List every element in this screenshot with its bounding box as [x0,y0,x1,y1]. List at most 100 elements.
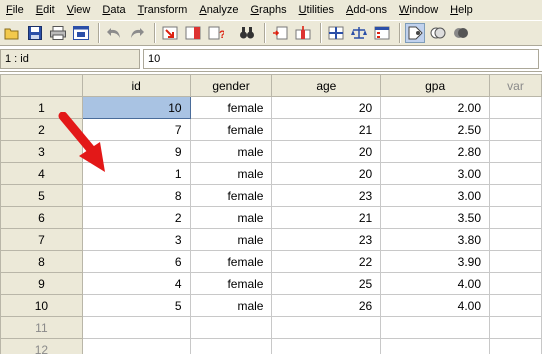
find-icon[interactable] [237,23,257,43]
column-header-var[interactable]: var [489,74,542,97]
split-file-icon[interactable] [326,23,346,43]
redo-icon[interactable] [127,23,147,43]
cell-id[interactable]: 5 [81,294,191,317]
row-number[interactable]: 3 [0,140,83,163]
row-number[interactable]: 9 [0,272,83,295]
cell-gender[interactable]: male [189,206,273,229]
cell-age[interactable]: 21 [271,206,382,229]
menu-utilities[interactable]: Utilities [293,4,340,16]
empty-cell[interactable] [271,338,382,354]
cell-gender[interactable]: male [189,228,273,251]
cell-age[interactable]: 21 [271,118,382,141]
cell-gpa[interactable]: 3.50 [380,206,491,229]
select-cases-icon[interactable] [372,23,392,43]
show-all-variables-icon[interactable] [451,23,471,43]
row-number[interactable]: 1 [0,96,83,119]
menu-edit[interactable]: Edit [30,4,61,16]
cell-gender[interactable]: male [189,140,273,163]
menu-graphs[interactable]: Graphs [244,4,292,16]
cell-id[interactable]: 8 [81,184,191,207]
cell-gpa[interactable]: 3.90 [380,250,491,273]
cell-var[interactable] [489,272,542,295]
open-icon[interactable] [2,23,22,43]
cell-id[interactable]: 6 [81,250,191,273]
column-header-age[interactable]: age [271,74,382,97]
row-number[interactable]: 6 [0,206,83,229]
goto-case-icon[interactable] [160,23,180,43]
cell-age[interactable]: 23 [271,184,382,207]
insert-variable-icon[interactable] [293,23,313,43]
cell-id[interactable]: 7 [81,118,191,141]
cell-var[interactable] [489,162,542,185]
empty-cell[interactable] [380,338,491,354]
insert-cases-icon[interactable] [270,23,290,43]
cell-gpa[interactable]: 3.00 [380,162,491,185]
save-icon[interactable] [25,23,45,43]
row-number[interactable]: 8 [0,250,83,273]
dialog-recall-icon[interactable] [71,23,91,43]
cell-var[interactable] [489,294,542,317]
cell-var[interactable] [489,206,542,229]
row-number[interactable]: 12 [0,338,83,354]
cell-gpa[interactable]: 2.80 [380,140,491,163]
empty-cell[interactable] [380,316,491,339]
cell-id[interactable]: 10 [81,96,191,119]
weight-cases-icon[interactable] [349,23,369,43]
column-header-gender[interactable]: gender [189,74,273,97]
empty-cell[interactable] [489,316,542,339]
cell-value-editor[interactable]: 10 [143,49,539,69]
cell-var[interactable] [489,228,542,251]
row-number[interactable]: 5 [0,184,83,207]
cell-gender[interactable]: male [189,294,273,317]
cell-id[interactable]: 3 [81,228,191,251]
menu-add-ons[interactable]: Add-ons [340,4,393,16]
menu-view[interactable]: View [61,4,97,16]
cell-gpa[interactable]: 2.50 [380,118,491,141]
menu-analyze[interactable]: Analyze [193,4,244,16]
row-number[interactable]: 11 [0,316,83,339]
cell-gpa[interactable]: 3.80 [380,228,491,251]
cell-age[interactable]: 22 [271,250,382,273]
empty-cell[interactable] [271,316,382,339]
cell-gpa[interactable]: 2.00 [380,96,491,119]
cell-age[interactable]: 25 [271,272,382,295]
cell-gender[interactable]: female [189,272,273,295]
cell-id[interactable]: 4 [81,272,191,295]
column-header-gpa[interactable]: gpa [380,74,491,97]
cell-gpa[interactable]: 4.00 [380,272,491,295]
cell-age[interactable]: 20 [271,96,382,119]
grid-corner[interactable] [0,74,83,97]
cell-age[interactable]: 26 [271,294,382,317]
cell-gpa[interactable]: 3.00 [380,184,491,207]
empty-cell[interactable] [81,338,191,354]
cell-var[interactable] [489,250,542,273]
cell-age[interactable]: 23 [271,228,382,251]
cell-var[interactable] [489,140,542,163]
cell-var[interactable] [489,184,542,207]
menu-data[interactable]: Data [96,4,131,16]
use-sets-icon[interactable] [428,23,448,43]
variables-icon[interactable]: ? [206,23,226,43]
cell-gender[interactable]: female [189,184,273,207]
cell-id[interactable]: 2 [81,206,191,229]
menu-file[interactable]: File [0,4,30,16]
empty-cell[interactable] [189,316,273,339]
column-header-id[interactable]: id [81,74,191,97]
print-icon[interactable] [48,23,68,43]
menu-help[interactable]: Help [444,4,479,16]
cell-id[interactable]: 9 [81,140,191,163]
row-number[interactable]: 7 [0,228,83,251]
cell-id[interactable]: 1 [81,162,191,185]
cell-gender[interactable]: female [189,250,273,273]
menu-transform[interactable]: Transform [132,4,194,16]
cell-age[interactable]: 20 [271,140,382,163]
row-number[interactable]: 4 [0,162,83,185]
empty-cell[interactable] [489,338,542,354]
row-number[interactable]: 10 [0,294,83,317]
cell-gpa[interactable]: 4.00 [380,294,491,317]
cell-gender[interactable]: female [189,96,273,119]
undo-icon[interactable] [104,23,124,43]
value-labels-icon[interactable] [405,23,425,43]
cell-var[interactable] [489,118,542,141]
cell-var[interactable] [489,96,542,119]
